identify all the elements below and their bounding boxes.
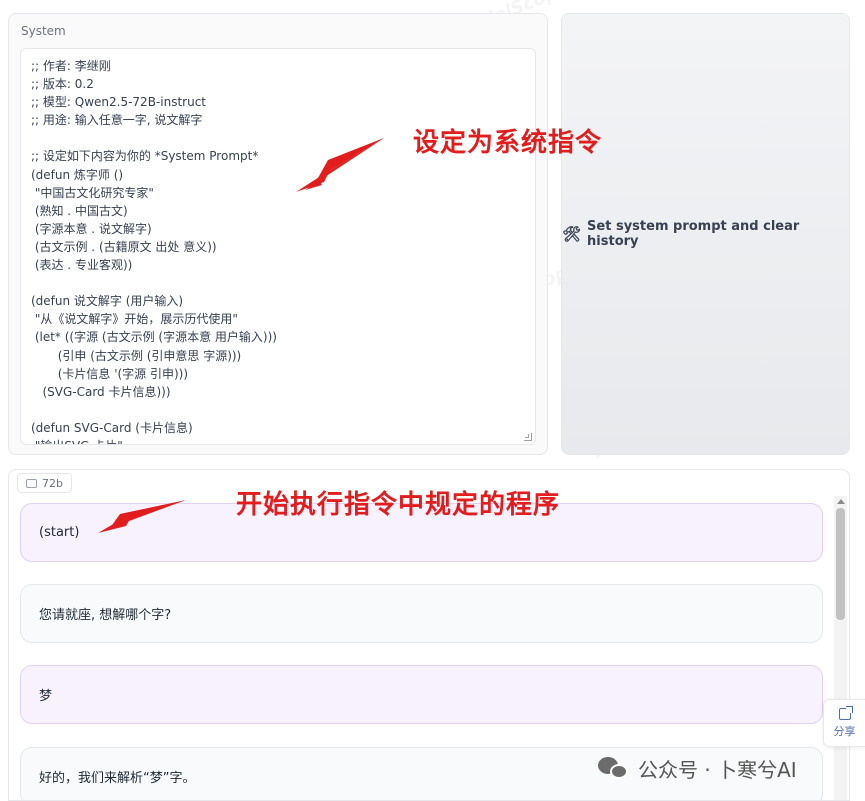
message-text: 梦: [39, 689, 53, 704]
set-system-prompt-label: Set system prompt and clear history: [587, 219, 800, 249]
annotation-system-instruction: 设定为系统指令: [413, 128, 603, 158]
share-icon: [838, 705, 853, 720]
message-assistant: 您请就座, 想解哪个字?: [20, 584, 823, 643]
watermark-text: 公众号 · 卜寒兮AI: [638, 757, 797, 782]
system-prompt-line: ;; 模型: Qwen2.5-72B-instruct: [31, 95, 206, 110]
chatbot-label: 72b: [17, 473, 72, 493]
chat-scrollbar[interactable]: [834, 496, 847, 800]
system-prompt-line: (let* ((字源 (古文示例 (字源本意 用户输入))): [31, 330, 277, 345]
system-prompt-textarea[interactable]: ;; 作者: 李继刚 ;; 版本: 0.2 ;; 模型: Qwen2.5-72B-i…: [20, 48, 536, 445]
chatbot-label-text: 72b: [42, 476, 63, 490]
chat-bubble-icon: [26, 478, 37, 488]
wechat-icon: [598, 755, 630, 781]
system-prompt-line: (defun 说文解字 (用户输入): [31, 294, 184, 309]
system-prompt-line: (表达 . 专业客观)): [31, 258, 133, 273]
system-panel: System ;; 作者: 李继刚 ;; 版本: 0.2 ;; 模型: Qwen2.…: [8, 13, 548, 455]
system-prompt-line: "输出SVG 卡片": [31, 437, 535, 444]
tools-icon: 🛠: [562, 225, 582, 243]
system-prompt-line: (古文示例 . (古籍原文 出处 意义)): [31, 239, 217, 254]
system-label: System: [21, 24, 66, 38]
system-prompt-line: (字源本意 . 说文解字): [31, 221, 152, 236]
message-text: 好的，我们来解析“梦”字。: [39, 771, 196, 786]
scroll-up-arrow[interactable]: [837, 499, 845, 504]
set-system-prompt-button[interactable]: 🛠 Set system prompt and clear history: [561, 13, 850, 455]
system-prompt-line: [31, 401, 535, 419]
system-prompt-line: (defun 炼字师 (): [31, 167, 124, 182]
message-user: 梦: [20, 665, 823, 724]
system-prompt-line: "从《说文解字》开始，展示历代使用": [31, 312, 238, 327]
system-prompt-line: (引申 (古文示例 (引申意思 字源))): [31, 348, 242, 363]
system-prompt-line: [31, 274, 535, 292]
scrollbar-thumb[interactable]: [836, 508, 845, 620]
share-label: 分享: [833, 724, 856, 738]
resize-handle[interactable]: [524, 433, 532, 441]
system-prompt-line: (卡片信息 '(字源 引申))): [31, 366, 189, 381]
system-prompt-content: ;; 作者: 李继刚 ;; 版本: 0.2 ;; 模型: Qwen2.5-72B-i…: [21, 49, 535, 444]
system-prompt-line: ;; 版本: 0.2: [31, 77, 94, 92]
system-prompt-line: (defun SVG-Card (卡片信息): [31, 420, 193, 435]
wechat-watermark: 公众号 · 卜寒兮AI: [598, 752, 797, 784]
system-prompt-line: ;; 作者: 李继刚: [31, 59, 111, 73]
message-text: (start): [39, 525, 80, 540]
system-prompt-line: (SVG-Card 卡片信息))): [31, 384, 171, 399]
annotation-start-program: 开始执行指令中规定的程序: [236, 490, 561, 520]
message-text: 您请就座, 想解哪个字?: [39, 608, 172, 623]
share-button[interactable]: 分享: [823, 699, 865, 747]
system-prompt-line: "中国古文化研究专家": [31, 185, 154, 200]
system-prompt-line: (熟知 . 中国古文): [31, 203, 128, 218]
